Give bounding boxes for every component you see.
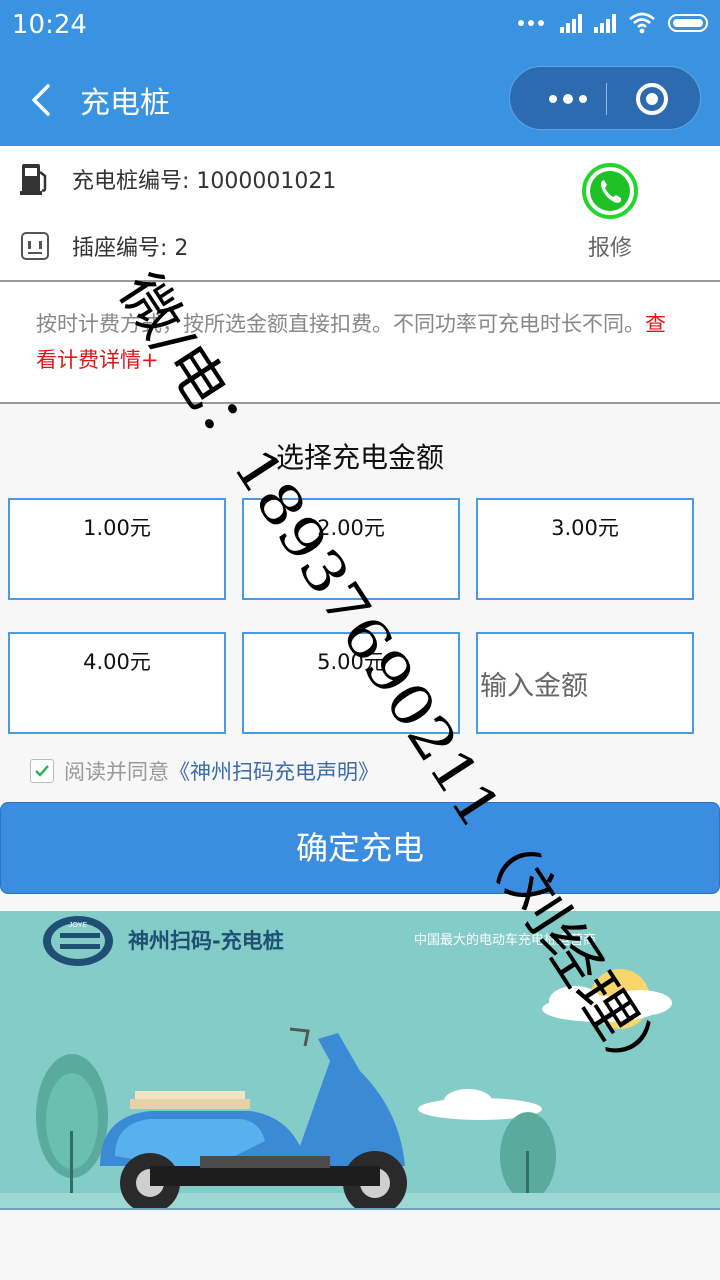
nav-bar: 充电桩 — [0, 52, 720, 146]
status-bar: 10:24 — [0, 0, 720, 52]
footer-divider — [0, 1208, 720, 1210]
scooter-icon — [100, 1027, 407, 1208]
billing-text: 按时计费方式，按所选金额直接扣费。不同功率可充电时长不同。查看计费详情+ — [36, 312, 666, 372]
phone-icon — [582, 163, 638, 219]
scooter-illustration — [0, 969, 720, 1208]
agreement-link[interactable]: 《神州扫码充电声明》 — [169, 760, 379, 784]
close-miniprogram-icon[interactable] — [634, 81, 670, 117]
amount-option-2[interactable]: 2.00元 — [242, 498, 460, 600]
more-button[interactable] — [532, 67, 604, 131]
pile-number-text: 充电桩编号: 1000001021 — [72, 169, 337, 194]
agreement-checkbox[interactable] — [30, 759, 54, 783]
more-dots-icon — [518, 20, 544, 26]
wifi-icon — [629, 12, 655, 34]
agreement-row: 阅读并同意《神州扫码充电声明》 — [30, 756, 379, 786]
agreement-text: 阅读并同意《神州扫码充电声明》 — [64, 760, 379, 784]
amount-option-4[interactable]: 4.00元 — [8, 632, 226, 734]
signal-icon-2 — [594, 13, 616, 33]
device-info-panel: 充电桩编号: 1000001021 插座编号: 2 报修 — [0, 146, 720, 282]
capsule-divider — [606, 83, 607, 115]
status-time: 10:24 — [12, 10, 87, 40]
socket-icon — [21, 232, 49, 260]
battery-icon — [668, 14, 708, 32]
amount-option-5[interactable]: 5.00元 — [242, 632, 460, 734]
amount-title: 选择充电金额 — [275, 441, 444, 474]
cloud-icon — [418, 986, 672, 1120]
checkmark-icon — [35, 765, 49, 777]
socket-number-row: 插座编号: 2 — [20, 230, 188, 262]
repair-label: 报修 — [587, 236, 632, 261]
signal-icon — [560, 13, 582, 33]
confirm-charge-button[interactable]: 确定充电 — [0, 802, 720, 894]
page-title: 充电桩 — [80, 86, 170, 121]
repair-button[interactable]: 报修 — [580, 162, 640, 262]
back-arrow-icon[interactable] — [24, 78, 64, 122]
promo-banner: JOYE 神州扫码-充电桩 中国最大的电动车充电桩运营商 — [0, 911, 720, 1208]
billing-description: 按时计费方式，按所选金额直接扣费。不同功率可充电时长不同。查看计费详情+ — [0, 282, 720, 404]
amount-option-1[interactable]: 1.00元 — [8, 498, 226, 600]
miniprogram-capsule — [509, 66, 701, 130]
amount-option-3[interactable]: 3.00元 — [476, 498, 694, 600]
fuel-pump-icon — [20, 164, 47, 195]
custom-amount-input[interactable] — [476, 632, 694, 734]
status-icons — [518, 12, 708, 34]
socket-number-text: 插座编号: 2 — [72, 236, 189, 261]
pile-number-row: 充电桩编号: 1000001021 — [20, 162, 336, 196]
